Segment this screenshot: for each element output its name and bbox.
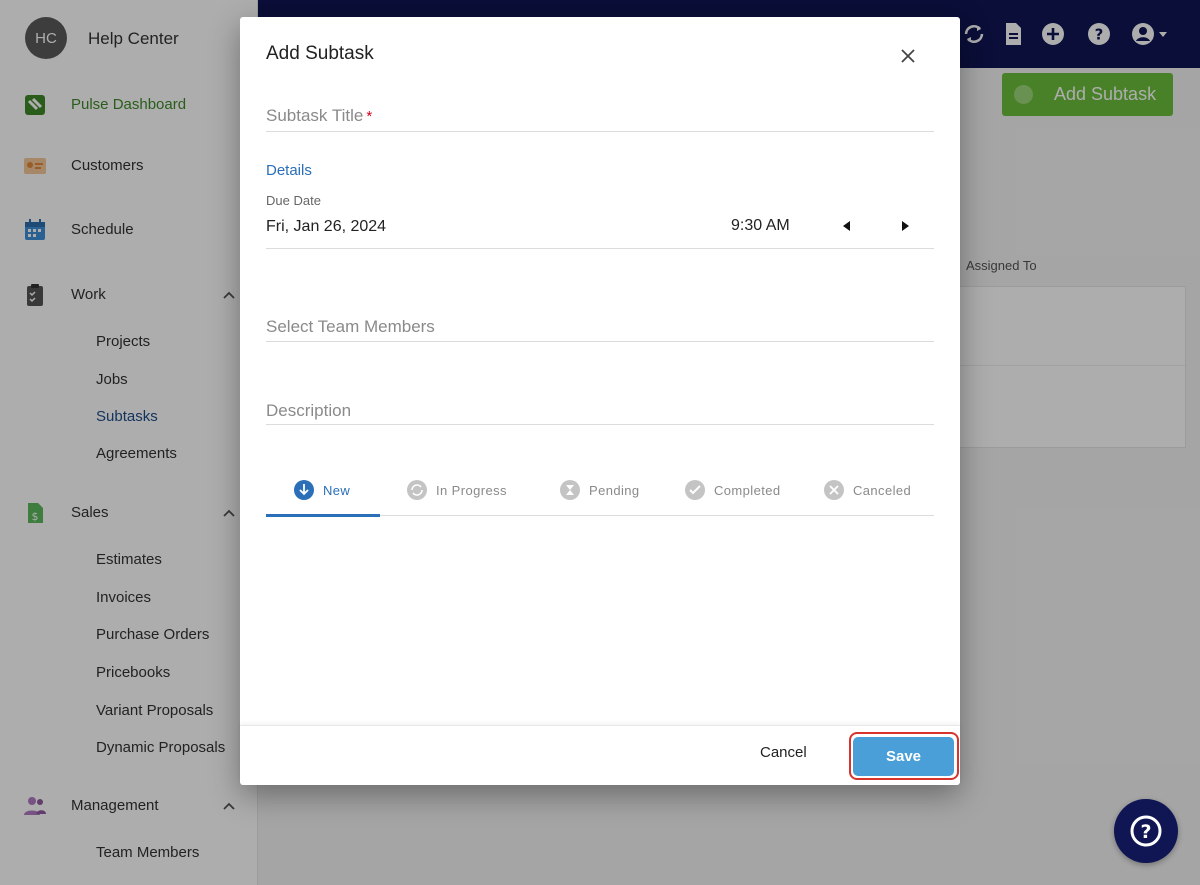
x-circle-icon [824, 480, 844, 500]
tab-completed[interactable]: Completed [685, 467, 795, 515]
subtask-title-input[interactable] [266, 103, 934, 131]
close-icon[interactable] [897, 45, 919, 67]
tab-pending[interactable]: Pending [560, 467, 650, 515]
select-team-members-field[interactable]: Select Team Members [266, 317, 435, 337]
field-underline [266, 248, 934, 249]
due-date-value[interactable]: Fri, Jan 26, 2024 [266, 218, 386, 236]
add-subtask-dialog: Add Subtask Subtask Title * Details Due D… [240, 17, 960, 785]
field-underline [266, 131, 934, 132]
tab-label: In Progress [436, 483, 507, 498]
svg-text:?: ? [1140, 821, 1151, 843]
status-tabs: New In Progress Pending Completed Cancel… [266, 467, 934, 517]
tab-in-progress[interactable]: In Progress [407, 467, 517, 515]
sync-circle-icon [407, 480, 427, 500]
tab-label: Pending [589, 483, 640, 498]
tab-label: Completed [714, 483, 781, 498]
details-link[interactable]: Details [266, 162, 312, 179]
hourglass-circle-icon [560, 480, 580, 500]
dialog-title: Add Subtask [266, 43, 374, 64]
time-increment-icon[interactable] [897, 218, 913, 234]
save-button[interactable]: Save [853, 737, 954, 776]
tab-canceled[interactable]: Canceled [824, 467, 924, 515]
tab-label: New [323, 483, 351, 498]
cancel-button[interactable]: Cancel [760, 744, 807, 761]
time-decrement-icon[interactable] [839, 218, 855, 234]
tab-label: Canceled [853, 483, 912, 498]
tab-new[interactable]: New [294, 467, 384, 515]
active-tab-indicator [266, 514, 380, 517]
due-time-value[interactable]: 9:30 AM [731, 217, 790, 235]
due-date-label: Due Date [266, 193, 321, 208]
help-icon: ? [1130, 815, 1162, 847]
check-circle-icon [685, 480, 705, 500]
arrow-down-circle-icon [294, 480, 314, 500]
field-underline [266, 424, 934, 425]
help-chat-button[interactable]: ? [1114, 799, 1178, 863]
description-field[interactable]: Description [266, 401, 351, 421]
field-underline [266, 341, 934, 342]
